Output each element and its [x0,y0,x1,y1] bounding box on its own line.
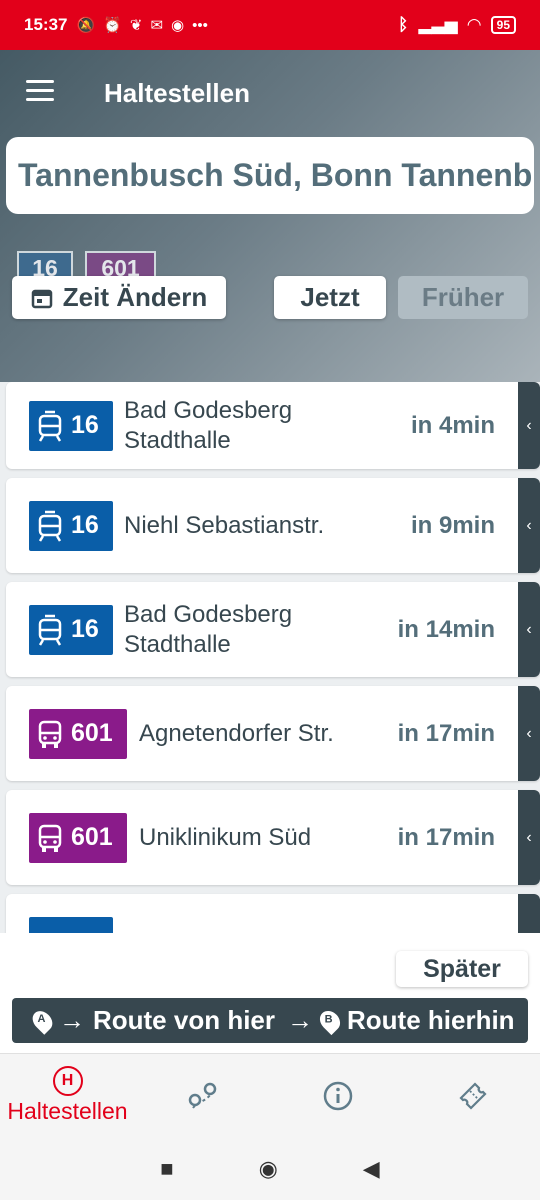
alarm-icon: ⏰ [103,17,122,34]
tab-tickets[interactable] [405,1054,540,1137]
line-badge: 601 [29,708,127,759]
chevron-left-icon[interactable]: ‹ [518,686,540,781]
tab-haltestellen[interactable]: H Haltestellen [0,1054,135,1137]
mute-icon: 🔕 [76,17,96,34]
route-from-here-button[interactable]: A → Route von hier [12,998,275,1043]
line-number: 601 [71,719,113,747]
departure-row[interactable]: 601 Agnetendorfer Str. in 17min ‹ [6,686,540,781]
route-bar: A → Route von hier → B Route hierhin [12,998,528,1043]
menu-icon[interactable] [26,80,54,102]
arrow-right-icon: → [287,1005,313,1035]
back-button[interactable]: ◀ [363,1156,380,1182]
route-to-here-button[interactable]: → B Route hierhin [275,998,528,1043]
recents-button[interactable]: ■ [160,1156,173,1182]
chevron-left-icon[interactable]: ‹ [518,382,540,469]
pin-b-icon: B [315,1006,345,1035]
line-number: 601 [71,823,113,851]
status-time: 15:37 [24,15,68,34]
wifi-icon: ◠ [467,15,481,34]
page-title: Haltestellen [104,78,250,108]
route-from-label: Route von hier [92,1005,275,1035]
route-map-icon [188,1082,216,1109]
line-number: 16 [71,511,99,539]
bus-icon [38,720,62,748]
bus-icon [38,824,62,852]
departure-time: in 17min [397,823,495,851]
chevron-left-icon[interactable]: ‹ [518,894,540,933]
header-panel: Haltestellen Tannenbusch Süd, Bonn Tanne… [0,50,540,382]
destination: Agnetendorfer Str. [139,719,334,747]
calendar-icon [31,289,53,308]
departure-time: in 9min [410,511,495,539]
line-badge: 16 [29,500,113,551]
tram-icon [38,614,62,646]
change-time-label: Zeit Ändern [62,282,208,312]
status-bar: 15:37 🔕 ⏰ ❦ ✉ ◉ ••• ᛒ ▂▃▅ ◠ 95 [0,0,540,50]
info-icon [323,1081,352,1110]
departure-row[interactable]: 16 Bad Godesberg Stadthalle in 4min ‹ [6,382,540,469]
tab-route[interactable] [135,1054,270,1137]
tram-icon [38,410,62,442]
departure-time: in 14min [397,615,495,643]
destination: Bad Godesberg Stadthalle [124,396,293,454]
line-badge: 16 [29,400,113,451]
destination: Niehl Sebastianstr. [124,511,325,539]
earlier-button[interactable]: Früher [398,276,528,319]
record-icon: ◉ [171,17,185,34]
arrow-right-icon: → [58,1005,85,1035]
pin-a-icon: A [28,1006,57,1035]
bottom-tab-bar: H Haltestellen [0,1053,540,1137]
departure-list: 16 Bad Godesberg Stadthalle in 4min ‹ 16… [0,382,540,933]
mail-icon: ✉ [150,17,164,34]
line-badge-partial [29,917,113,933]
later-button[interactable]: Später [396,951,528,987]
now-button[interactable]: Jetzt [274,276,386,319]
battery-icon: 95 [490,16,516,34]
chevron-left-icon[interactable]: ‹ [518,582,540,677]
departure-time: in 4min [410,411,495,439]
line-badge: 16 [29,604,113,655]
departure-row[interactable]: 601 Uniklinikum Süd in 17min ‹ [6,790,540,885]
home-button[interactable]: ◉ [259,1156,278,1182]
line-number: 16 [71,615,99,643]
more-icon: ••• [192,16,208,34]
line-number: 16 [71,411,99,439]
departure-time: in 17min [397,719,495,747]
tram-icon [38,510,62,542]
line-badge: 601 [29,812,127,863]
route-to-label: Route hierhin [347,1005,515,1035]
leaf-icon: ❦ [129,17,143,34]
ticket-icon [458,1081,487,1110]
chevron-left-icon[interactable]: ‹ [518,790,540,885]
destination: Bad Godesberg Stadthalle [124,600,293,658]
change-time-button[interactable]: Zeit Ändern [12,276,226,319]
tab-info[interactable] [270,1054,405,1137]
tab-label: Haltestellen [7,1098,128,1124]
bluetooth-icon: ᛒ [398,15,409,34]
chevron-left-icon[interactable]: ‹ [518,478,540,573]
stop-h-icon: H [52,1066,83,1096]
departure-row-partial[interactable]: ‹ [6,894,540,933]
stop-search-field[interactable]: Tannenbusch Süd, Bonn Tannenbusch [6,137,534,214]
destination: Uniklinikum Süd [139,823,312,851]
system-nav-bar: ■ ◉ ◀ [0,1137,540,1200]
signal-icon: ▂▃▅ [418,15,458,34]
departure-row[interactable]: 16 Bad Godesberg Stadthalle in 14min ‹ [6,582,540,677]
departure-row[interactable]: 16 Niehl Sebastianstr. in 9min ‹ [6,478,540,573]
